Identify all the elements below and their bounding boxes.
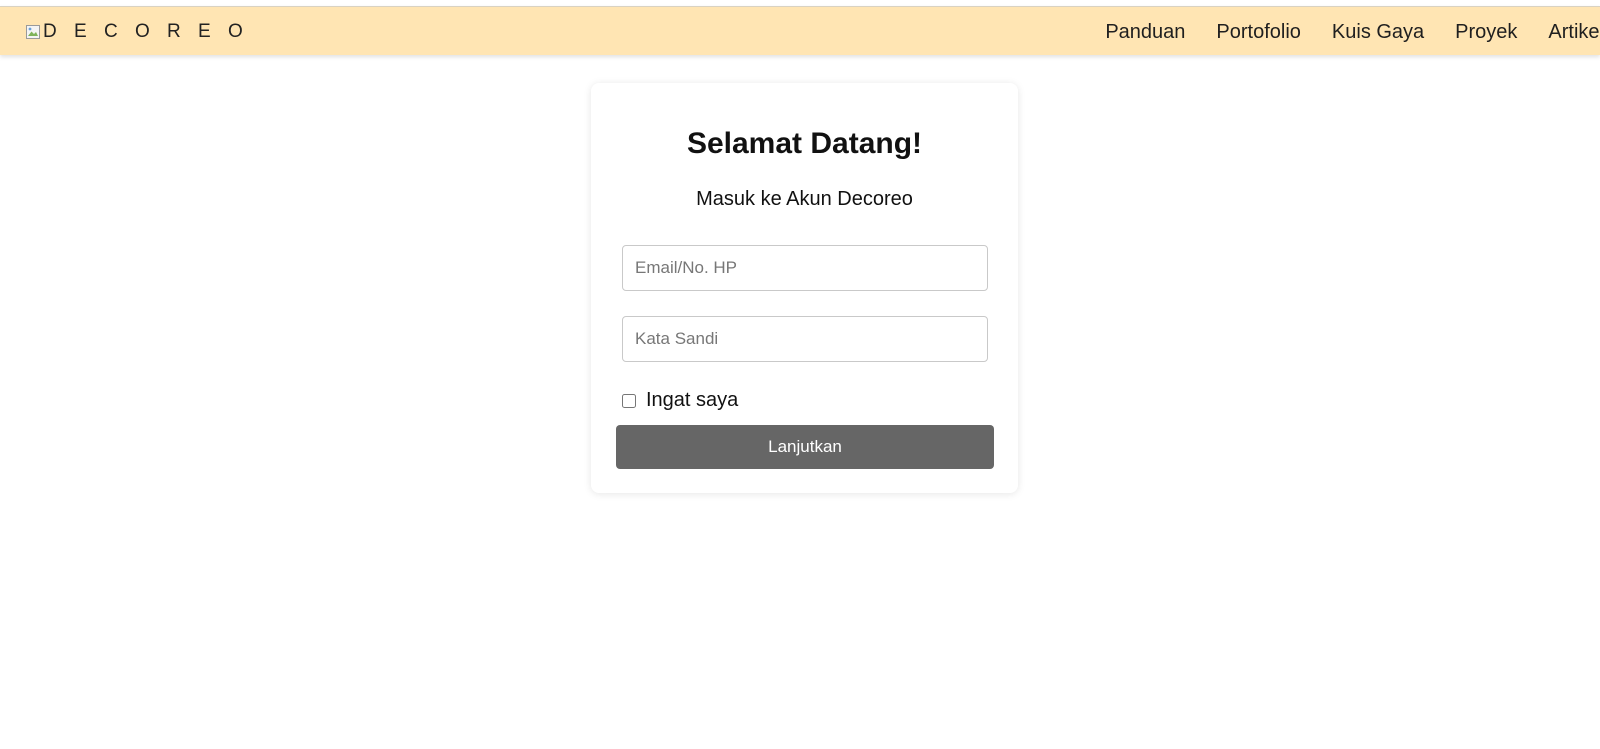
login-subtitle: Masuk ke Akun Decoreo	[696, 188, 913, 210]
login-title: Selamat Datang!	[686, 127, 923, 160]
nav-link-portofolio[interactable]: Portofolio	[1216, 21, 1301, 44]
page: D E C O R E O Panduan Portofolio Kuis Ga…	[0, 0, 1600, 749]
remember-me-checkbox[interactable]	[622, 393, 636, 408]
nav-link-panduan[interactable]: Panduan	[1105, 21, 1185, 44]
nav-link-kuis-gaya[interactable]: Kuis Gaya	[1332, 21, 1424, 44]
login-card: Selamat Datang! Masuk ke Akun Decoreo In…	[591, 83, 1018, 493]
email-phone-input[interactable]	[622, 245, 988, 291]
remember-me-row[interactable]: Ingat saya	[622, 389, 738, 412]
brand-text: D E C O R E O	[43, 21, 249, 42]
broken-image-icon	[25, 24, 41, 40]
password-input[interactable]	[622, 316, 988, 362]
nav-link-proyek[interactable]: Proyek	[1455, 21, 1517, 44]
nav-link-artikel[interactable]: Artikel	[1548, 21, 1600, 44]
nav-links: Panduan Portofolio Kuis Gaya Proyek Arti…	[1074, 21, 1600, 44]
remember-me-label: Ingat saya	[646, 389, 739, 411]
top-navbar: D E C O R E O Panduan Portofolio Kuis Ga…	[0, 6, 1600, 55]
brand-logo-link[interactable]: D E C O R E O	[25, 21, 249, 43]
continue-button[interactable]: Lanjutkan	[616, 425, 994, 469]
